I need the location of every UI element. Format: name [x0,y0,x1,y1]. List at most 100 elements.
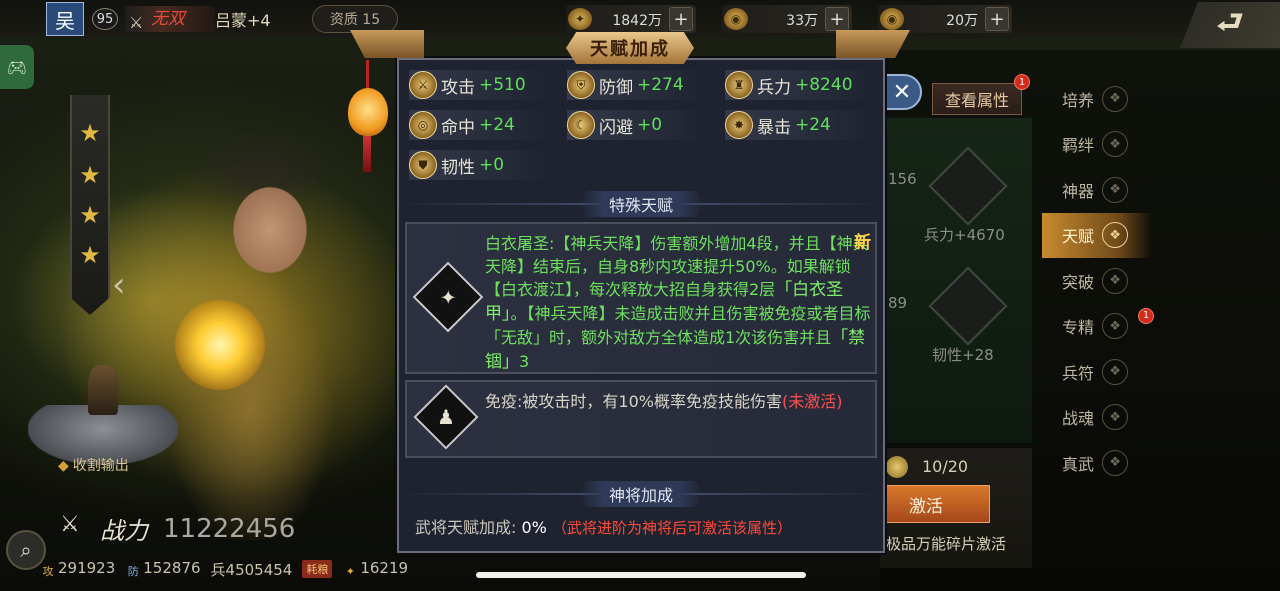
talent-tree: 156 兵力+4670 89 韧性+28 [880,118,1032,443]
side-item-label: 专精 [1062,318,1095,338]
defense-icon: 防 [127,564,139,578]
talent-bonus-modal: ⚔ 攻击 +510 ⛨ 防御 +274 ♜ 兵力 +8240 ◎ 命中 +24 ☾ 闪避 +0 ✸ 暴… [397,58,885,553]
add-gold-button[interactable]: + [985,7,1009,31]
resource-food: ✦ 1842万 + [566,5,696,33]
attack-icon: 攻 [42,564,54,578]
add-food-button[interactable]: + [669,7,693,31]
silver-ingot-icon: ◉ [724,8,748,30]
star-icon: ★ [79,161,101,189]
home-indicator[interactable] [476,572,806,578]
god-general-header: 神将加成 [399,481,883,507]
hero-role-label: 收割输出 [72,458,129,474]
side-item-talent[interactable]: 天赋 ❖ [1042,212,1152,258]
view-attributes-button[interactable]: 查看属性 [932,83,1022,115]
war-soul-icon: ❖ [1102,404,1129,431]
stat-value: +24 [795,115,831,135]
crit-icon: ✸ [725,111,753,139]
hero-name: 吕蒙+4 [215,11,271,30]
wheat-icon: ✦ [568,8,592,30]
star-icon: ★ [79,119,101,147]
hit-icon: ◎ [409,111,437,139]
hero-stats-bar: 攻 291923 防 152876 兵4505454 耗粮 ✦ 16219 [40,556,480,582]
lantern-icon [348,88,388,136]
add-silver-button[interactable]: + [825,7,849,31]
stat-attack: ⚔ 攻击 +510 [409,70,549,100]
attack-stat: 攻 291923 [40,559,116,580]
bond-icon: ❖ [1102,131,1129,158]
talent-text-part: 免疫:被攻击时，有10%概率免疫技能伤害 [485,392,782,411]
stat-name: 闪避 [599,117,633,138]
stat-name: 暴击 [757,117,791,138]
notification-badge: 1 [1138,307,1154,324]
side-item-label: 神器 [1062,181,1095,201]
diamond-icon: ◆ [58,458,69,474]
stat-value: +8240 [795,75,853,95]
dodge-icon: ☾ [567,111,595,139]
troops-stat: 兵4505454 [210,560,293,579]
notification-badge: 1 [1014,74,1030,90]
sword-icon: ⚔ [129,13,144,32]
fragment-hint: 极品万能碎片激活 [886,535,1007,553]
mini-unit-figure [88,365,118,415]
defense-icon: ⛨ [567,71,595,99]
talent-text-part: 3 [519,352,530,371]
fragment-icon [886,456,908,478]
close-icon: ✕ [892,79,912,105]
side-item-true-martial[interactable]: 真武 ❖ [1042,440,1152,486]
talent-node[interactable] [928,266,1008,346]
defense-value: 152876 [143,558,201,577]
side-menu: 培养 ❖ 羁绊 ❖ 神器 ❖ 天赋 ❖ 突破 ❖ 专精 ❖ 1 兵符 ❖ 战魂 ❖ 真武 ❖ [1042,76,1154,486]
breakthrough-icon: ❖ [1102,267,1129,294]
section-title: 特殊天赋 [578,191,703,217]
side-item-train[interactable]: 培养 ❖ [1042,76,1152,122]
side-item-breakthrough[interactable]: 突破 ❖ [1042,258,1152,304]
side-item-tally[interactable]: 兵符 ❖ [1042,349,1152,395]
talent-card-immunity: ♟ 免疫:被攻击时，有10%概率免疫技能伤害(未激活) [405,380,877,458]
section-title: 神将加成 [578,481,703,507]
modal-title-bar: 天赋加成 [350,30,910,64]
bonus-note: （武将进阶为神将后可激活该属性） [551,519,792,537]
side-item-bond[interactable]: 羁绊 ❖ [1042,122,1152,168]
talent-node[interactable] [928,146,1008,226]
gold-ingot-icon: ◉ [880,8,904,30]
resource-gold-value: 20万 [946,13,978,29]
troops-icon: ♜ [725,71,753,99]
wushuang-label: 无双 [151,9,185,29]
resource-silver-value: 33万 [786,13,818,29]
defense-stat: 防 152876 [125,558,201,580]
side-item-label: 羁绊 [1062,136,1095,156]
title-ornament [836,30,910,58]
gamepad-icon[interactable]: 🎮︎ [0,45,34,89]
level-badge: 95 [92,8,118,30]
special-talent-header: 特殊天赋 [399,191,883,217]
stat-toughness: ⛊ 韧性 +0 [409,150,549,180]
crossed-swords-icon: ⚔ [60,512,80,537]
food-stat: ✦ 16219 [342,559,408,580]
talent-node-label: 156 [888,170,917,188]
new-tag: 新 [854,233,871,253]
bonus-value: 0% [521,518,547,537]
food-consume-tag: 耗粮 [302,560,333,578]
resource-silver: ◉ 33万 + [722,5,852,33]
glowing-orb [175,300,265,390]
talent-node-label: 韧性+28 [932,346,994,364]
stat-name: 攻击 [441,77,475,98]
artifact-icon: ❖ [1102,176,1129,203]
side-item-artifact[interactable]: 神器 ❖ [1042,167,1152,213]
close-button[interactable]: ✕ [882,74,922,110]
previous-hero-arrow-icon[interactable]: ‹ [112,265,126,305]
side-item-label: 突破 [1062,272,1095,292]
stat-name: 韧性 [441,157,475,178]
side-item-label: 培养 [1062,90,1095,110]
stat-troops: ♜ 兵力 +8240 [725,70,875,100]
stat-name: 防御 [599,77,633,98]
stat-crit: ✸ 暴击 +24 [725,110,875,140]
side-item-war-soul[interactable]: 战魂 ❖ [1042,395,1152,441]
lantern-tassel [363,136,371,172]
talent-text-part: 。【神兵天降】未造成击败并且伤害被免疫或者目标「无敌」时，额外对敌方全体造成1次… [485,304,871,347]
stat-hit: ◎ 命中 +24 [409,110,549,140]
god-general-bonus: 武将天赋加成: 0% （武将进阶为神将后可激活该属性） [415,514,792,538]
side-item-mastery[interactable]: 专精 ❖ 1 [1042,304,1154,350]
stat-value: +274 [637,75,684,95]
lantern-cord [366,60,369,90]
